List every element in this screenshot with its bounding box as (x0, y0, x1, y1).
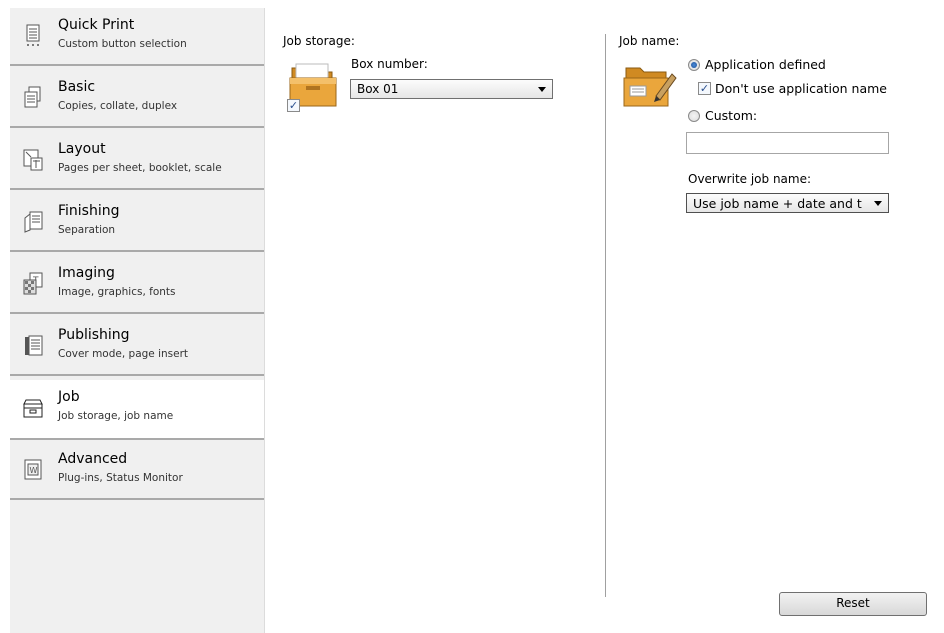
advanced-icon: W (24, 459, 42, 480)
custom-label: Custom: (705, 108, 758, 123)
sidebar-item-finishing[interactable]: Finishing Separation (10, 194, 265, 252)
job-icon (23, 399, 43, 418)
sidebar-item-title: Job (58, 389, 80, 405)
basic-icon (24, 86, 41, 108)
sidebar-item-subtitle: Separation (58, 224, 116, 236)
dont-use-app-name-checkbox[interactable]: ✓ (698, 82, 711, 95)
reset-button[interactable]: Reset (779, 592, 927, 616)
box-number-select[interactable]: Box 01 (350, 79, 553, 99)
chevron-down-icon (874, 201, 882, 206)
finishing-icon (24, 211, 43, 233)
sidebar-item-title: Advanced (58, 451, 128, 467)
sidebar-item-basic[interactable]: Basic Copies, collate, duplex (10, 70, 265, 128)
sidebar-item-title: Quick Print (58, 17, 135, 33)
sidebar-item-layout[interactable]: Layout Pages per sheet, booklet, scale (10, 132, 265, 190)
sidebar-item-imaging[interactable]: T Imaging Image, graphics, fonts (10, 256, 265, 314)
box-number-label: Box number: (351, 57, 428, 71)
sidebar-item-title: Basic (58, 79, 96, 95)
job-name-folder-icon (623, 67, 677, 107)
sidebar-item-subtitle: Pages per sheet, booklet, scale (58, 162, 222, 174)
sidebar-border (264, 8, 265, 633)
job-storage-label: Job storage: (283, 34, 355, 48)
section-divider (605, 34, 606, 597)
overwrite-job-name-value: Use job name + date and t (693, 196, 862, 211)
sidebar-item-subtitle: Image, graphics, fonts (58, 286, 176, 298)
overwrite-job-name-select[interactable]: Use job name + date and t (686, 193, 889, 213)
chevron-down-icon (538, 87, 546, 92)
overwrite-job-name-label: Overwrite job name: (688, 172, 812, 186)
sidebar-item-subtitle: Cover mode, page insert (58, 348, 189, 360)
sidebar-item-title: Finishing (58, 203, 120, 219)
sidebar-item-job[interactable]: Job Job storage, job name (10, 380, 265, 440)
sidebar-item-subtitle: Job storage, job name (58, 410, 174, 422)
publishing-icon (25, 335, 43, 356)
box-number-value: Box 01 (357, 82, 399, 96)
sidebar-item-subtitle: Plug-ins, Status Monitor (58, 472, 183, 484)
sidebar-item-title: Publishing (58, 327, 130, 343)
svg-text:W: W (30, 466, 38, 475)
application-defined-label: Application defined (705, 57, 826, 72)
dont-use-app-name-label: Don't use application name (715, 81, 887, 96)
sidebar-item-publishing[interactable]: Publishing Cover mode, page insert (10, 318, 265, 376)
sidebar-item-subtitle: Custom button selection (58, 38, 187, 50)
layout-icon (23, 149, 43, 171)
sidebar-item-advanced[interactable]: W Advanced Plug-ins, Status Monitor (10, 442, 265, 500)
sidebar-item-title: Imaging (58, 265, 115, 281)
sidebar-item-quick-print[interactable]: Quick Print Custom button selection (10, 8, 265, 66)
imaging-icon: T (23, 272, 43, 295)
custom-radio[interactable] (688, 110, 700, 122)
sidebar-item-title: Layout (58, 141, 106, 157)
job-name-label: Job name: (619, 34, 680, 48)
sidebar-nav: Quick Print Custom button selection Basi… (10, 8, 265, 633)
sidebar-item-subtitle: Copies, collate, duplex (58, 100, 178, 112)
custom-name-input[interactable] (686, 132, 889, 154)
application-defined-radio[interactable] (688, 59, 700, 71)
job-storage-checkbox[interactable]: ✓ (287, 99, 300, 112)
quick-print-icon (26, 24, 40, 46)
